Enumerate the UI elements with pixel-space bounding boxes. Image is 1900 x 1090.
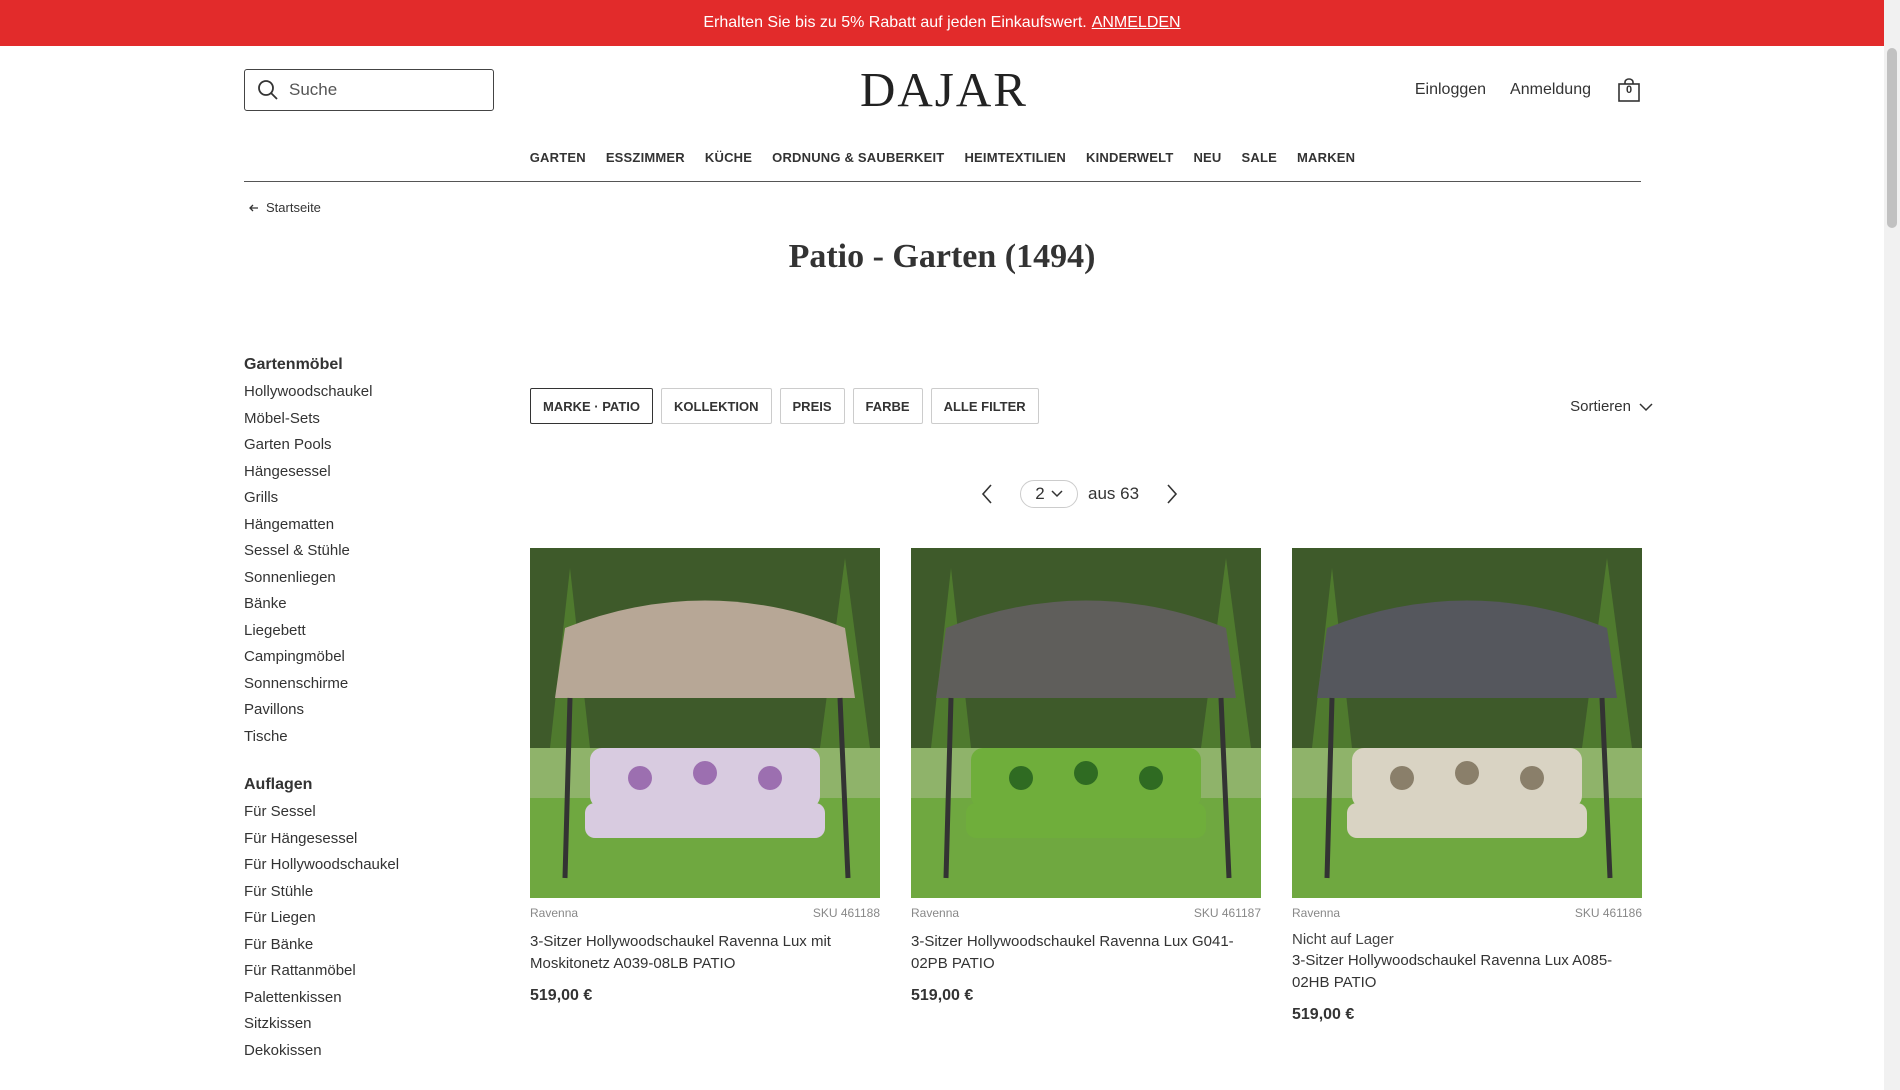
garden-swing-photo xyxy=(911,548,1261,898)
nav-item-kueche[interactable]: KÜCHE xyxy=(705,136,752,181)
promo-text: Erhalten Sie bis zu 5% Rabatt auf jeden … xyxy=(703,14,1087,31)
search-input[interactable] xyxy=(289,80,479,100)
sidebar-list-auflagen: Für Sessel Für Hängesessel Für Hollywood… xyxy=(244,803,504,1068)
product-price: 519,00 € xyxy=(530,987,593,1004)
product-image[interactable] xyxy=(1292,548,1642,898)
cart-button[interactable]: 0 xyxy=(1617,78,1641,102)
login-link[interactable]: Einloggen xyxy=(1415,81,1486,99)
sidebar-group-title[interactable]: Auflagen xyxy=(244,776,504,794)
promo-banner: Erhalten Sie bis zu 5% Rabatt auf jeden … xyxy=(0,0,1884,46)
page-scrollbar[interactable] xyxy=(1884,0,1900,1090)
product-meta: Ravenna SKU 461186 xyxy=(1292,906,1642,920)
sidebar-item[interactable]: Für Sessel xyxy=(244,803,504,830)
sidebar-item[interactable]: Palettenkissen xyxy=(244,989,504,1016)
filter-price-button[interactable]: PREIS xyxy=(779,388,845,424)
page-title: Patio - Garten (1494) xyxy=(788,238,1096,275)
chevron-down-icon xyxy=(1051,490,1063,498)
pagination: 2 aus 63 xyxy=(980,480,1179,508)
product-brand: Ravenna xyxy=(1292,906,1341,920)
chevron-left-icon[interactable] xyxy=(980,483,994,505)
garden-swing-photo xyxy=(1292,548,1642,898)
sidebar-item[interactable]: Für Liegen xyxy=(244,909,504,936)
product-meta: Ravenna SKU 461188 xyxy=(530,906,880,920)
sidebar-item[interactable]: Tische xyxy=(244,728,504,755)
sidebar-item[interactable]: Grills xyxy=(244,489,504,516)
sidebar-item[interactable]: Für Stühle xyxy=(244,883,504,910)
product-brand: Ravenna xyxy=(911,906,960,920)
nav-item-marken[interactable]: MARKEN xyxy=(1297,136,1355,181)
filter-collection-button[interactable]: KOLLEKTION xyxy=(661,388,772,424)
sidebar-item[interactable]: Möbel-Sets xyxy=(244,410,504,437)
sidebar-item[interactable]: Für Bänke xyxy=(244,936,504,963)
nav-item-heimtextilien[interactable]: HEIMTEXTILIEN xyxy=(964,136,1066,181)
sidebar-item[interactable]: Pavillons xyxy=(244,701,504,728)
product-sku: SKU 461187 xyxy=(1193,906,1261,920)
product-card[interactable]: Ravenna SKU 461188 3-Sitzer Hollywoodsch… xyxy=(530,548,880,1005)
product-price: 519,00 € xyxy=(911,987,974,1004)
nav-item-garten[interactable]: GARTEN xyxy=(530,136,586,181)
nav-item-neu[interactable]: NEU xyxy=(1193,136,1221,181)
arrow-left-icon xyxy=(249,204,258,211)
search-box[interactable] xyxy=(244,69,494,111)
search-icon xyxy=(258,80,278,100)
filter-bar: MARKE · PATIO KOLLEKTION PREIS FARBE ALL… xyxy=(530,388,1039,424)
product-meta: Ravenna SKU 461187 xyxy=(911,906,1261,920)
product-image[interactable] xyxy=(911,548,1261,898)
filter-color-button[interactable]: FARBE xyxy=(852,388,923,424)
stock-status: Nicht auf Lager xyxy=(1292,931,1394,948)
sidebar-item[interactable]: Campingmöbel xyxy=(244,648,504,675)
breadcrumb-home-link[interactable]: Startseite xyxy=(266,200,321,215)
product-sku: SKU 461188 xyxy=(812,906,880,920)
product-image[interactable] xyxy=(530,548,880,898)
product-brand: Ravenna xyxy=(530,906,579,920)
sidebar-item[interactable]: Für Rattanmöbel xyxy=(244,962,504,989)
sidebar-item[interactable]: Für Hollywoodschaukel xyxy=(244,856,504,883)
sidebar-item[interactable]: Hollywoodschaukel xyxy=(244,383,504,410)
product-price: 519,00 € xyxy=(1292,1006,1355,1023)
sidebar-item[interactable]: Hängematten xyxy=(244,516,504,543)
sidebar-group-title[interactable]: Gartenmöbel xyxy=(244,356,504,374)
register-link[interactable]: Anmeldung xyxy=(1510,81,1591,99)
breadcrumb[interactable]: Startseite xyxy=(248,200,321,215)
header-account-links: Einloggen Anmeldung 0 xyxy=(1391,78,1641,102)
sidebar-item[interactable]: Hängesessel xyxy=(244,463,504,490)
site-logo[interactable]: DAJAR xyxy=(860,64,1026,116)
product-sku: SKU 461186 xyxy=(1574,906,1642,920)
page-select[interactable]: 2 xyxy=(1020,480,1078,508)
filter-brand-button[interactable]: MARKE · PATIO xyxy=(530,388,654,424)
chevron-down-icon xyxy=(1639,402,1653,411)
nav-item-sale[interactable]: SALE xyxy=(1242,136,1277,181)
sidebar-item[interactable]: Für Hängesessel xyxy=(244,830,504,857)
chevron-right-icon[interactable] xyxy=(1165,483,1179,505)
promo-signup-link[interactable]: ANMELDEN xyxy=(1092,14,1181,32)
garden-swing-photo xyxy=(530,548,880,898)
product-card[interactable]: Ravenna SKU 461186 Nicht auf Lager 3-Sit… xyxy=(1292,548,1642,1024)
sidebar-item[interactable]: Sessel & Stühle xyxy=(244,542,504,569)
main-nav: GARTEN ESSZIMMER KÜCHE ORDNUNG & SAUBERK… xyxy=(244,136,1641,182)
product-title[interactable]: 3-Sitzer Hollywoodschaukel Ravenna Lux A… xyxy=(1292,950,1642,994)
scrollbar-thumb[interactable] xyxy=(1887,48,1897,228)
page-total: aus 63 xyxy=(1088,484,1140,503)
product-card[interactable]: Ravenna SKU 461187 3-Sitzer Hollywoodsch… xyxy=(911,548,1261,1005)
sidebar-item[interactable]: Liegebett xyxy=(244,622,504,649)
sidebar-item[interactable]: Dekokissen xyxy=(244,1042,504,1069)
product-title[interactable]: 3-Sitzer Hollywoodschaukel Ravenna Lux G… xyxy=(911,931,1261,975)
nav-item-kinderwelt[interactable]: KINDERWELT xyxy=(1086,136,1173,181)
current-page: 2 xyxy=(1035,484,1045,503)
sidebar-list-gartenmoebel: Hollywoodschaukel Möbel-Sets Garten Pool… xyxy=(244,383,504,754)
sort-dropdown[interactable]: Sortieren xyxy=(1570,398,1653,415)
sort-label: Sortieren xyxy=(1570,398,1631,415)
sidebar-item[interactable]: Sonnenliegen xyxy=(244,569,504,596)
sidebar-item[interactable]: Sitzkissen xyxy=(244,1015,504,1042)
nav-item-esszimmer[interactable]: ESSZIMMER xyxy=(606,136,685,181)
sidebar-item[interactable]: Garten Pools xyxy=(244,436,504,463)
product-title[interactable]: 3-Sitzer Hollywoodschaukel Ravenna Lux m… xyxy=(530,931,880,975)
sidebar-item[interactable]: Bänke xyxy=(244,595,504,622)
sidebar-item[interactable]: Sonnenschirme xyxy=(244,675,504,702)
nav-item-ordnung[interactable]: ORDNUNG & SAUBERKEIT xyxy=(772,136,944,181)
category-sidebar: Gartenmöbel Hollywoodschaukel Möbel-Sets… xyxy=(244,356,504,1068)
all-filters-button[interactable]: ALLE FILTER xyxy=(930,388,1039,424)
cart-count: 0 xyxy=(1625,84,1633,96)
